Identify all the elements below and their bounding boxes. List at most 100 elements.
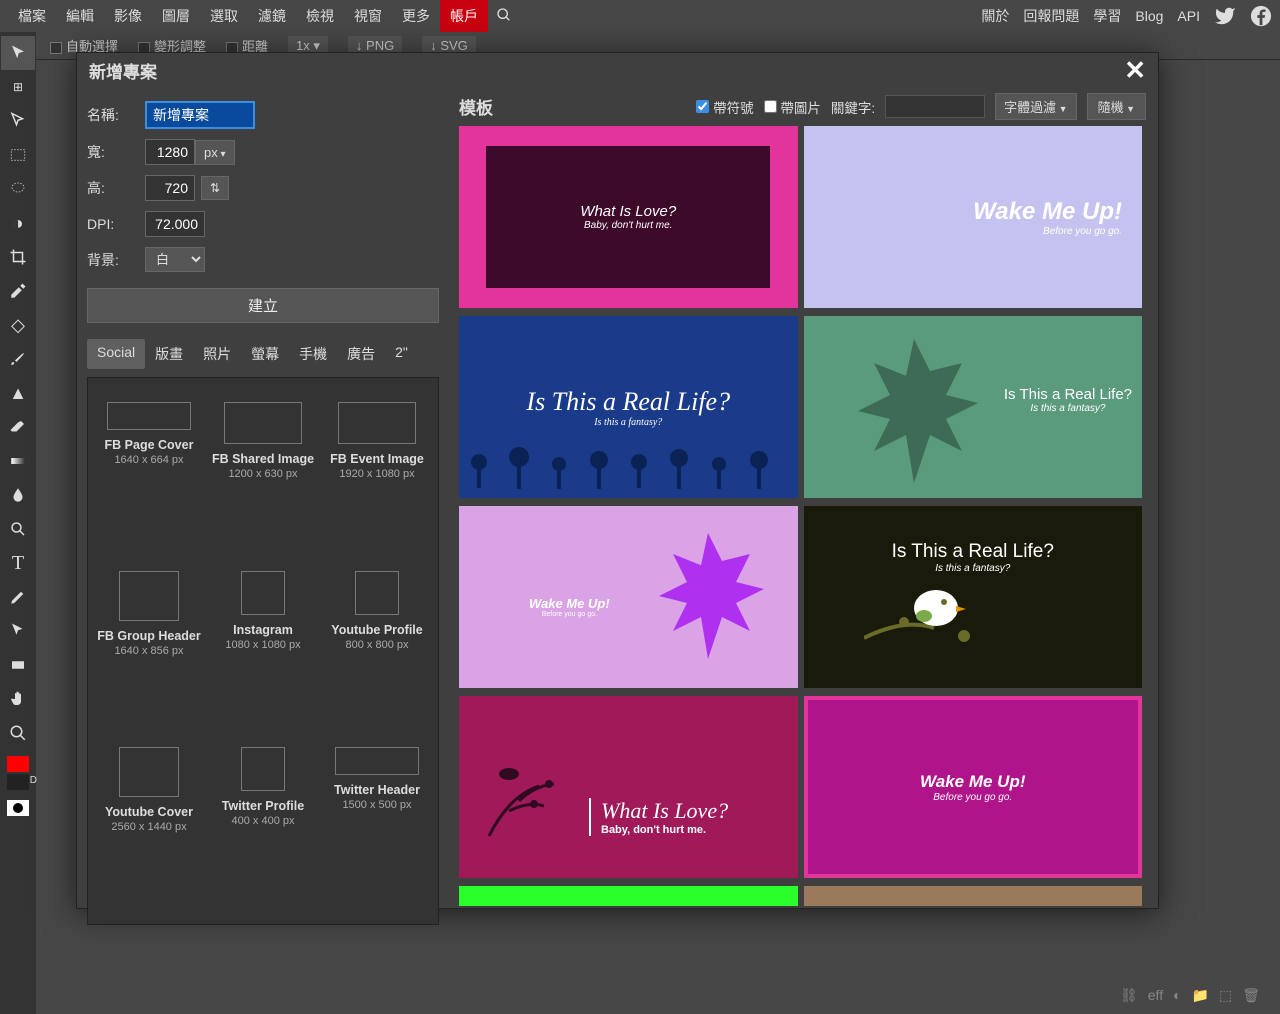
dialog-left-panel: 名稱: 寬: px 高: ⇅ DPI: 背景: 白 建立 [77,87,449,908]
magic-select-tool[interactable]: ◑ [1,206,35,240]
keyword-input[interactable] [885,95,985,118]
lasso-tool[interactable] [1,172,35,206]
preset-item[interactable]: FB Shared Image1200 x 630 px [206,390,320,559]
name-input[interactable] [145,101,255,129]
template-card[interactable]: Wake Me Up!Before you go go. [459,506,798,688]
tab-mobile[interactable]: 手機 [289,339,337,369]
menu-window[interactable]: 視窗 [344,0,392,32]
template-card[interactable]: What Is Love?Baby, don't hurt me. [459,126,798,308]
path-select-tool[interactable] [1,614,35,648]
menu-image[interactable]: 影像 [104,0,152,32]
height-input[interactable] [145,175,195,201]
pen-tool[interactable] [1,580,35,614]
link-blog[interactable]: Blog [1135,8,1163,24]
template-card[interactable]: What Is Love?Baby, don't hurt me. [459,696,798,878]
height-label: 高: [87,178,145,198]
bg-select[interactable]: 白 [145,247,205,272]
template-card[interactable] [459,886,798,906]
menu-layer[interactable]: 圖層 [152,0,200,32]
crop-tool[interactable] [1,240,35,274]
link-learn[interactable]: 學習 [1093,6,1121,26]
template-card[interactable]: Wake Me Up!Before you go go. [804,696,1143,878]
facebook-icon[interactable] [1250,5,1272,27]
shape-tool[interactable] [1,648,35,682]
preset-item[interactable]: Twitter Profile400 x 400 px [206,735,320,912]
link-report[interactable]: 回報問題 [1023,6,1079,26]
gradient-tool[interactable] [1,444,35,478]
clone-tool[interactable]: ▲ [1,376,35,410]
template-card[interactable]: Wake Me Up!Before you go go. [804,126,1143,308]
eraser-tool[interactable] [1,410,35,444]
close-icon[interactable]: ✕ [1124,55,1146,86]
background-color-swatch[interactable] [7,774,29,790]
hand-tool[interactable] [1,682,35,716]
preset-item[interactable]: FB Group Header1640 x 856 px [92,559,206,736]
zoom-tool[interactable] [1,716,35,750]
preset-item[interactable]: FB Page Cover1640 x 664 px [92,390,206,559]
marquee-tool[interactable] [1,138,35,172]
eff-label[interactable]: eff [1148,987,1163,1004]
unit-select[interactable]: px [195,140,235,165]
toolbox: ⊞ ◑ ◇ ▲ T [0,32,36,1014]
preset-item[interactable]: Youtube Cover2560 x 1440 px [92,735,206,912]
new-layer-icon[interactable]: ⬚ [1219,987,1232,1004]
templates-grid: What Is Love?Baby, don't hurt me. Wake M… [459,126,1156,908]
link-about[interactable]: 關於 [981,6,1009,26]
link-api[interactable]: API [1177,8,1200,24]
folder-icon[interactable]: 📁 [1192,987,1209,1004]
select-tool[interactable] [1,104,35,138]
menu-filter[interactable]: 濾鏡 [248,0,296,32]
mask-button-icon[interactable]: ◐ [1173,987,1181,1004]
template-card[interactable]: Is This a Real Life?Is this a fantasy? [459,316,798,498]
menu-edit[interactable]: 編輯 [56,0,104,32]
template-card[interactable]: Is This a Real Life?Is this a fantasy? [804,316,1143,498]
dodge-tool[interactable] [1,512,35,546]
eyedropper-tool[interactable] [1,274,35,308]
width-label: 寬: [87,142,145,162]
template-card[interactable] [804,886,1143,906]
menu-account[interactable]: 帳戶 [440,0,488,32]
preset-item[interactable]: Instagram1080 x 1080 px [206,559,320,736]
dpi-input[interactable] [145,211,205,237]
tab-social[interactable]: Social [87,339,145,369]
trash-icon[interactable]: 🗑 [1242,987,1260,1004]
text-tool[interactable]: T [1,546,35,580]
preset-item[interactable]: Twitter Header1500 x 500 px [320,735,434,912]
swap-dimensions-button[interactable]: ⇅ [201,176,229,200]
preset-item[interactable]: Youtube Profile800 x 800 px [320,559,434,736]
menu-view[interactable]: 檢視 [296,0,344,32]
status-bar-icons: ⛓ eff ◐ 📁 ⬚ 🗑 [1120,987,1260,1004]
blur-tool[interactable] [1,478,35,512]
name-label: 名稱: [87,105,145,125]
heal-tool[interactable]: ◇ [1,308,35,342]
menubar: 檔案 編輯 影像 圖層 選取 濾鏡 檢視 視窗 更多 帳戶 關於 回報問題 學習… [0,0,1280,32]
quickmask-icon[interactable] [7,800,29,816]
font-filter-button[interactable]: 字體過濾 [995,93,1076,120]
link-icon[interactable]: ⛓ [1120,987,1138,1004]
dpi-label: DPI: [87,216,145,232]
dialog-title: 新增專案 [89,58,157,83]
move-tool[interactable] [1,36,35,70]
artboard-tool[interactable]: ⊞ [1,70,35,104]
tab-more[interactable]: 2" [385,339,418,369]
template-card[interactable]: Is This a Real Life?Is this a fantasy? [804,506,1143,688]
search-icon[interactable] [496,7,512,26]
brush-tool[interactable] [1,342,35,376]
menu-select[interactable]: 選取 [200,0,248,32]
with-symbol-checkbox[interactable]: 帶符號 [696,97,753,117]
random-button[interactable]: 隨機 [1087,93,1146,120]
menu-more[interactable]: 更多 [392,0,440,32]
with-image-checkbox[interactable]: 帶圖片 [764,97,821,117]
tab-ads[interactable]: 廣告 [337,339,385,369]
twitter-icon[interactable] [1214,5,1236,27]
menu-file[interactable]: 檔案 [8,0,56,32]
preset-item[interactable]: FB Event Image1920 x 1080 px [320,390,434,559]
foreground-color-swatch[interactable] [7,756,29,772]
tab-screen[interactable]: 螢幕 [241,339,289,369]
preset-grid: FB Page Cover1640 x 664 pxFB Shared Imag… [87,377,439,925]
tab-print[interactable]: 版畫 [145,339,193,369]
create-button[interactable]: 建立 [87,288,439,323]
templates-title: 模板 [459,94,493,119]
width-input[interactable] [145,139,195,165]
tab-photo[interactable]: 照片 [193,339,241,369]
